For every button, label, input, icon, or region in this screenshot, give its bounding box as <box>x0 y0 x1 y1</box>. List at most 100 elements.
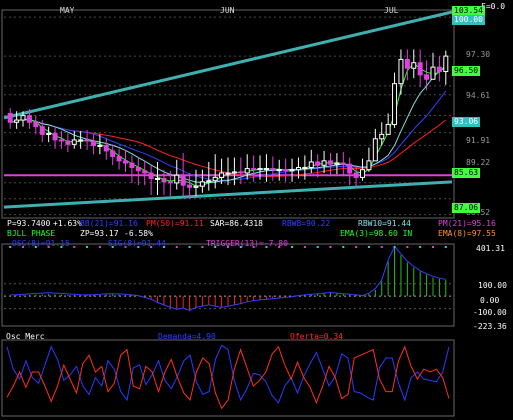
candle-body <box>404 58 410 69</box>
bjll-label: BJLL PHASE <box>7 229 56 238</box>
candle-body <box>244 168 250 174</box>
price-label: P=93.7400 <box>7 219 51 228</box>
month-jul: JUL <box>384 6 399 15</box>
bb-label: BB(21)=91.16 <box>80 219 138 228</box>
candle-body <box>46 132 52 135</box>
candle-body <box>379 133 385 140</box>
candle-body <box>289 169 295 172</box>
candle-body <box>212 176 218 182</box>
osc-marker-dot <box>175 246 178 248</box>
candle-body <box>187 184 193 188</box>
candle-body <box>84 139 90 142</box>
y-tick-91-91: 91.91 <box>466 136 491 145</box>
y-tick-97-30: 97.30 <box>466 50 491 59</box>
osc-marker-dot <box>316 246 319 248</box>
osc-y-100: 100.00 <box>478 281 507 290</box>
candle-body <box>385 123 391 135</box>
candle-body <box>257 168 263 171</box>
candle-body <box>90 140 96 146</box>
zp-change: -6.58% <box>124 229 153 238</box>
month-jun: JUN <box>220 6 235 15</box>
osc-marker-dot <box>73 246 76 248</box>
pm-label: PM(50)=91.11 <box>146 219 204 228</box>
candle-body <box>123 160 129 164</box>
candle-body <box>327 160 333 165</box>
candle-body <box>308 161 314 168</box>
sar-label: SAR=86.4318 <box>210 219 263 228</box>
y-tick-100: 100.00 <box>452 15 485 25</box>
osc-marker-dot <box>444 246 447 248</box>
candle-body <box>366 160 372 171</box>
demanda-label: Demanda=4.90 <box>158 332 216 341</box>
candle-body <box>219 172 225 178</box>
osc-marker-dot <box>355 246 358 248</box>
osc-marker-dot <box>393 246 396 248</box>
candle-body <box>443 55 449 73</box>
candle-body <box>263 168 269 171</box>
y-tick-89-22: 89.22 <box>466 158 491 167</box>
osc-marker-dot <box>431 246 434 248</box>
demanda-line <box>6 344 450 404</box>
candle-body <box>295 166 301 171</box>
candle-body <box>161 178 167 183</box>
rbw10-label: RBW10=91.44 <box>358 219 411 228</box>
y-tick-87-06: 87.06 <box>452 203 481 213</box>
osc-y-401: 401.31 <box>476 244 505 253</box>
candle-body <box>58 139 64 142</box>
candle-body <box>424 74 430 80</box>
candle-body <box>26 115 32 123</box>
osc-marker-dot <box>342 246 345 248</box>
candle-body <box>39 126 45 135</box>
candle-body <box>231 171 237 174</box>
price-change: +1.63% <box>53 219 82 228</box>
channel-lower <box>3 180 453 209</box>
candle-body <box>347 163 353 174</box>
osc-y-neg100: -100.00 <box>473 308 507 317</box>
candle-body <box>103 144 109 152</box>
candle-body <box>360 169 366 178</box>
y-tick-94-61: 94.61 <box>466 91 491 100</box>
candle-body <box>283 169 289 172</box>
candle-body <box>199 181 205 187</box>
trigger-label: TRIGGER(13)=-7.80 <box>206 239 288 248</box>
candle-body <box>78 139 84 142</box>
candle-body <box>167 181 173 184</box>
candle-body <box>417 62 423 76</box>
osc-marker-dot <box>380 246 383 248</box>
candle-body <box>334 162 340 165</box>
candle-body <box>14 119 20 123</box>
candle-body <box>33 121 39 128</box>
y-tick-96-50: 96.50 <box>452 66 481 76</box>
candle-body <box>430 66 436 80</box>
osc-marker-dot <box>329 246 332 248</box>
osc-marker-dot <box>201 246 204 248</box>
zp-label: ZP=93.17 <box>80 229 119 238</box>
osc-merc-title: Osc Merc <box>6 332 45 341</box>
candle-body <box>315 161 321 166</box>
candle-body <box>7 112 13 123</box>
candle-body <box>251 168 257 171</box>
candle-body <box>110 150 116 157</box>
osc-marker-dot <box>291 246 294 248</box>
rbw8-label: RBW8=90.22 <box>282 219 331 228</box>
osc-panel-border <box>1 243 455 327</box>
candle-body <box>174 174 180 184</box>
osc-marker-dot <box>98 246 101 248</box>
candle-body <box>353 172 359 178</box>
oferta-line <box>6 345 450 410</box>
candle-body <box>97 144 103 147</box>
ema-label: EMA(8)=97.55 <box>438 229 496 238</box>
osc-y-neg223: -223.36 <box>473 322 507 331</box>
candle-body <box>20 115 26 121</box>
candle-body <box>270 168 276 171</box>
candle-body <box>411 62 417 69</box>
osc-marker-dot <box>419 246 422 248</box>
candle-body <box>398 58 404 85</box>
price-chart <box>1 9 455 417</box>
candle-body <box>340 162 346 165</box>
ema3-label: EMA(3)=98.60 IN <box>340 229 413 238</box>
sig-label: SIG(8)=91.44 <box>108 239 166 248</box>
candle-body <box>276 169 282 172</box>
candle-body <box>193 185 199 188</box>
candle-body <box>142 170 148 174</box>
